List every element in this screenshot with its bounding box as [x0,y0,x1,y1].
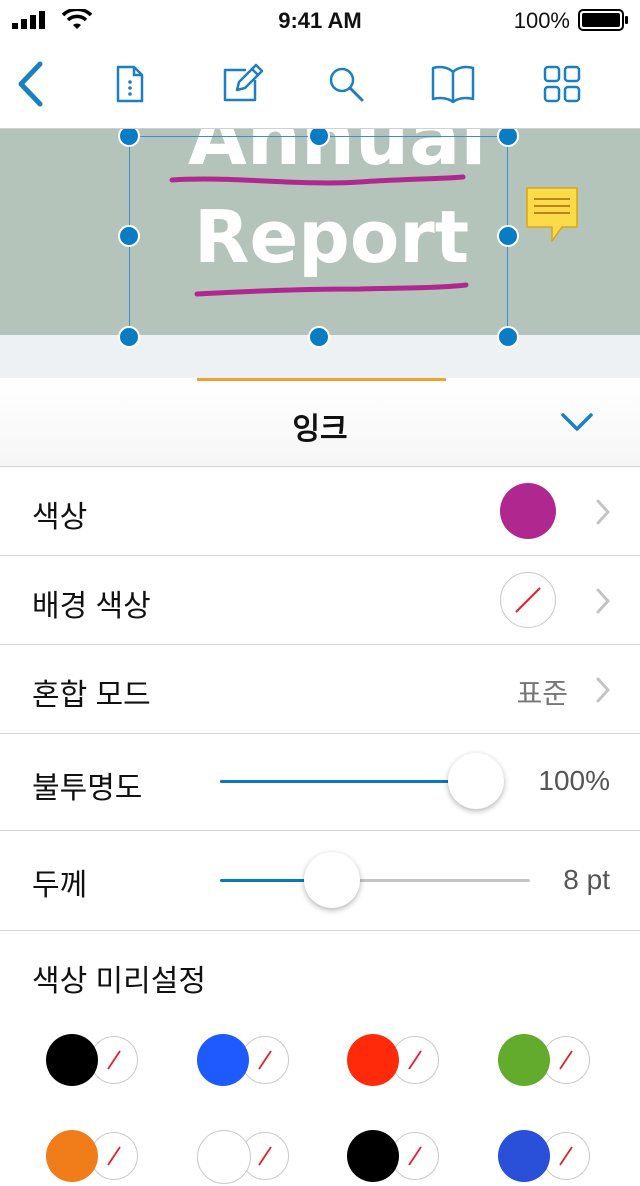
color-preset[interactable] [46,1130,146,1186]
resize-handle[interactable] [118,225,140,247]
color-swatch [500,483,556,539]
bookmarks-book-icon [431,65,475,104]
toolbar [0,40,640,129]
opacity-value: 100% [538,765,610,796]
search-button[interactable] [316,40,376,128]
thumbnails-button[interactable] [532,40,592,128]
thickness-slider[interactable] [220,879,530,882]
chevron-right-icon [596,588,610,614]
blend-mode-row[interactable]: 혼합 모드 표준 [0,645,640,734]
color-preset[interactable] [347,1034,447,1090]
thickness-slider-thumb[interactable] [303,852,360,908]
opacity-label: 불투명도 [32,772,143,805]
color-preset[interactable] [46,1034,146,1090]
preset-color-swatch [197,1130,251,1184]
background-color-none-swatch [500,572,556,628]
color-preset[interactable] [498,1034,598,1090]
preset-color-swatch [46,1130,98,1182]
opacity-slider-thumb[interactable] [448,753,504,809]
color-preset[interactable] [498,1130,598,1186]
search-icon [329,67,364,102]
preset-color-swatch [498,1034,550,1086]
page-info-icon [116,65,144,103]
status-bar: 9:41 AM 100% [0,0,640,40]
resize-handle[interactable] [118,326,140,348]
edit-icon [223,63,264,102]
thickness-label: 두께 [32,869,88,902]
color-row[interactable]: 색상 [0,467,640,556]
selection-box[interactable] [129,136,508,335]
panel-title: 잉크 [292,413,348,446]
panel-tab-indicator [197,378,446,381]
blend-mode-label: 혼합 모드 [32,679,151,712]
background-color-row[interactable]: 배경 색상 [0,556,640,645]
color-preset[interactable] [347,1130,447,1186]
thickness-row: 두께 8 pt [0,831,640,931]
opacity-row: 불투명도 100% [0,734,640,831]
sticky-note-icon[interactable] [524,185,580,245]
color-preset[interactable] [197,1034,297,1090]
thickness-value: 8 pt [563,864,610,895]
resize-handle[interactable] [497,225,519,247]
preset-color-swatch [347,1130,399,1182]
resize-handle[interactable] [308,326,330,348]
page-info-button[interactable] [100,40,160,128]
back-button[interactable] [6,40,56,128]
edit-button[interactable] [212,40,272,128]
background-color-label: 배경 색상 [32,590,151,623]
back-chevron-icon [18,61,43,107]
ink-properties-panel: 잉크 색상 배경 색상 혼합 모드 표준 불투명도 100% 두께 8 pt 색… [0,378,640,1184]
collapse-chevron-icon[interactable] [560,412,594,432]
battery-percentage: 100% [513,8,570,33]
panel-header: 잉크 [0,378,640,467]
preset-color-swatch [46,1034,98,1086]
opacity-slider[interactable] [220,780,476,783]
resize-handle[interactable] [497,326,519,348]
opacity-slider-fill [220,780,476,783]
color-preset[interactable] [197,1130,297,1186]
document-canvas[interactable]: Annual Report [0,129,640,335]
preset-color-swatch [347,1034,399,1086]
thumbnails-grid-icon [543,65,581,103]
battery-icon [578,9,628,31]
blend-mode-value: 표준 [516,678,568,709]
chevron-right-icon [596,677,610,703]
preset-color-swatch [197,1034,249,1086]
bookmarks-button[interactable] [423,40,483,128]
color-presets-label: 색상 미리설정 [32,965,206,998]
color-label: 색상 [32,501,88,534]
chevron-right-icon [596,499,610,525]
preset-color-swatch [498,1130,550,1182]
